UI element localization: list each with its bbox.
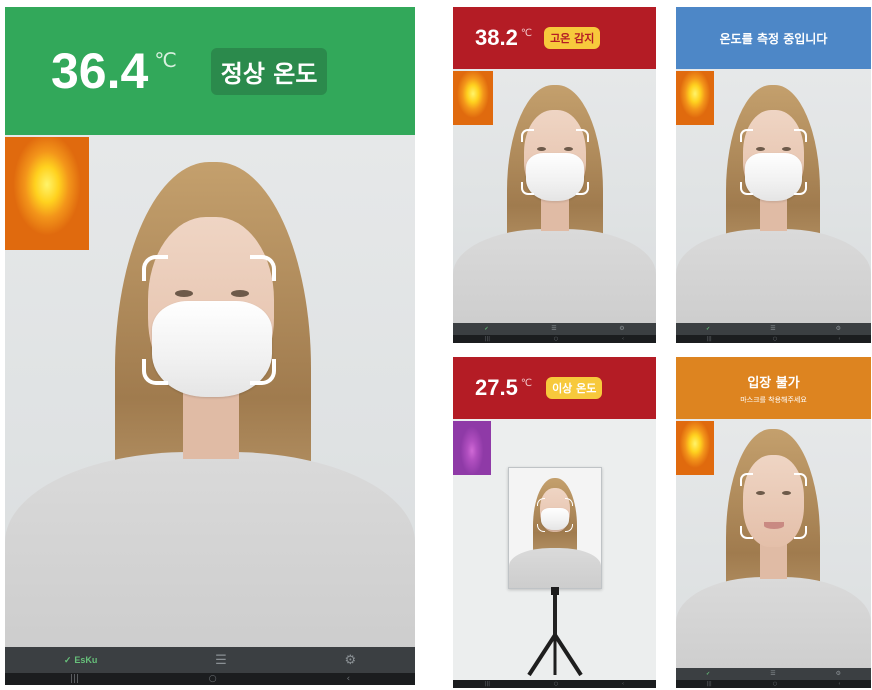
shield-icon: ✓ xyxy=(63,654,72,665)
brand-button[interactable]: ✓ EsKu xyxy=(64,655,98,666)
home-icon[interactable]: ○ xyxy=(773,336,777,342)
system-nav-bar: ||| ○ ‹ xyxy=(676,335,871,343)
home-icon[interactable]: ○ xyxy=(773,681,777,687)
brand-button[interactable]: ✓ xyxy=(706,326,710,332)
app-bottom-bar: ✓ ☰ ⚙ xyxy=(676,323,871,335)
temperature-banner: 38.2 ℃ 고온 감지 xyxy=(453,7,656,69)
person-neck xyxy=(183,387,239,459)
system-nav-bar: ||| ○ ‹ xyxy=(453,680,656,688)
brand-button[interactable]: ✓ xyxy=(706,671,710,677)
person-neck xyxy=(760,543,787,579)
high-temp-screen: 38.2 ℃ 고온 감지 ✓ ☰ ⚙ ||| ○ ‹ xyxy=(453,7,656,343)
temperature-unit: ℃ xyxy=(520,27,533,39)
brand-label: EsKu xyxy=(74,655,98,665)
person-sweater xyxy=(453,229,656,329)
abnormal-temp-screen: 27.5 ℃ 이상 온도 ||| ○ ‹ xyxy=(453,357,656,688)
person-sweater xyxy=(509,548,601,588)
system-nav-bar: ||| ○ ‹ xyxy=(5,673,415,685)
app-bottom-bar: ✓ ☰ ⚙ xyxy=(676,668,871,680)
denied-title: 입장 불가 xyxy=(747,375,800,391)
recent-apps-icon[interactable]: ||| xyxy=(70,674,79,684)
recent-apps-icon[interactable]: ||| xyxy=(707,336,712,342)
main-kiosk-screen: 36.4 ℃ 정상 온도 ✓ EsKu ☰ ⚙ ||| ○ ‹ xyxy=(5,7,415,685)
temperature-banner: 36.4 ℃ 정상 온도 xyxy=(5,7,415,135)
thermal-camera-preview xyxy=(5,137,89,250)
denied-banner: 입장 불가 마스크를 착용해주세요 xyxy=(676,357,871,419)
gear-icon[interactable]: ⚙ xyxy=(836,326,841,332)
measuring-banner: 온도를 측정 중입니다 xyxy=(676,7,871,69)
recent-apps-icon[interactable]: ||| xyxy=(485,336,490,342)
temperature-value: 27.5 xyxy=(475,375,518,400)
menu-icon[interactable]: ☰ xyxy=(551,326,556,332)
thermal-camera-preview xyxy=(453,421,491,475)
temperature-banner: 27.5 ℃ 이상 온도 xyxy=(453,357,656,419)
entry-denied-screen: 입장 불가 마스크를 착용해주세요 ✓ ☰ ⚙ ||| ○ ‹ xyxy=(676,357,871,688)
recent-apps-icon[interactable]: ||| xyxy=(707,681,712,687)
thermal-camera-preview xyxy=(453,71,493,125)
brand-button[interactable]: ✓ xyxy=(484,326,488,332)
tripod-icon xyxy=(527,587,583,677)
printed-photo xyxy=(508,467,602,589)
menu-icon[interactable]: ☰ xyxy=(770,326,775,332)
status-badge: 이상 온도 xyxy=(546,377,603,399)
measuring-message: 온도를 측정 중입니다 xyxy=(719,31,828,46)
temperature-unit: ℃ xyxy=(154,48,177,72)
back-icon[interactable]: ‹ xyxy=(622,681,624,687)
temperature-value: 38.2 xyxy=(475,25,518,50)
back-icon[interactable]: ‹ xyxy=(838,336,840,342)
thermal-camera-preview xyxy=(676,421,714,475)
system-nav-bar: ||| ○ ‹ xyxy=(453,335,656,343)
app-bottom-bar: ✓ EsKu ☰ ⚙ xyxy=(5,647,415,673)
status-badge: 정상 온도 xyxy=(210,47,328,95)
app-bottom-bar: ✓ ☰ ⚙ xyxy=(453,323,656,335)
face-detection-frame xyxy=(537,498,573,532)
recent-apps-icon[interactable]: ||| xyxy=(485,681,490,687)
menu-icon[interactable]: ☰ xyxy=(215,654,227,667)
temperature-unit: ℃ xyxy=(520,377,533,389)
gear-icon[interactable]: ⚙ xyxy=(619,326,624,332)
gear-icon[interactable]: ⚙ xyxy=(836,671,841,677)
temperature-value: 36.4 xyxy=(51,43,149,99)
face-detection-frame xyxy=(740,473,807,539)
person-sweater xyxy=(676,577,871,677)
thermal-camera-preview xyxy=(676,71,714,125)
system-nav-bar: ||| ○ ‹ xyxy=(676,680,871,688)
person-sweater xyxy=(676,229,871,329)
home-icon[interactable]: ○ xyxy=(554,336,558,342)
back-icon[interactable]: ‹ xyxy=(622,336,624,342)
denied-subtitle: 마스크를 착용해주세요 xyxy=(740,395,807,404)
menu-icon[interactable]: ☰ xyxy=(770,671,775,677)
status-badge: 고온 감지 xyxy=(544,27,601,49)
measuring-screen: 온도를 측정 중입니다 ✓ ☰ ⚙ ||| ○ ‹ xyxy=(676,7,871,343)
person-sweater xyxy=(5,452,415,652)
gear-icon[interactable]: ⚙ xyxy=(344,654,356,667)
face-detection-frame xyxy=(142,255,276,385)
face-detection-frame xyxy=(740,129,807,195)
face-detection-frame xyxy=(521,129,589,195)
back-icon[interactable]: ‹ xyxy=(346,674,350,684)
home-icon[interactable]: ○ xyxy=(554,681,558,687)
back-icon[interactable]: ‹ xyxy=(838,681,840,687)
home-icon[interactable]: ○ xyxy=(209,674,217,684)
